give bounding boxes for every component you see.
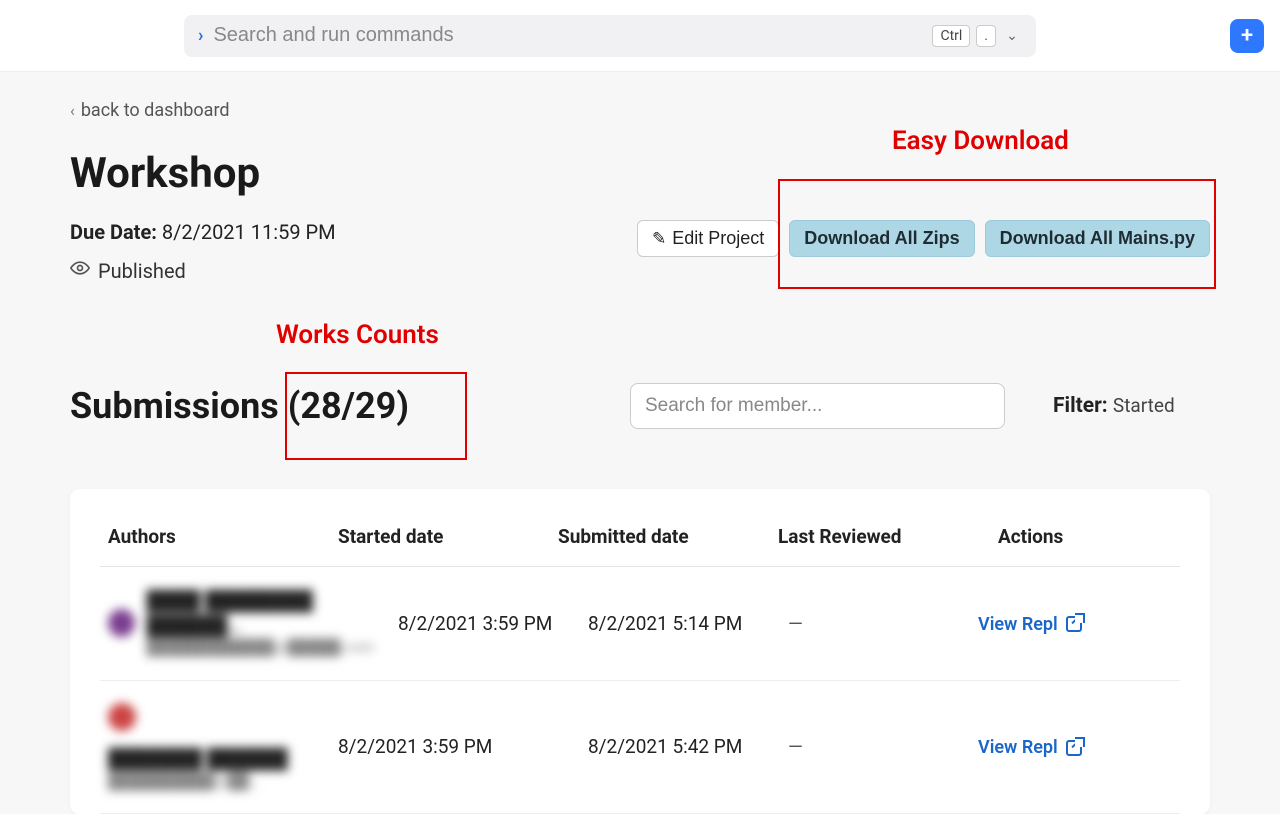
annotation-works-counts: Works Counts <box>276 320 439 350</box>
member-search-input[interactable] <box>630 383 1005 429</box>
submissions-title-text: Submissions <box>70 385 279 427</box>
chevron-left-icon: ‹ <box>70 101 75 120</box>
command-search[interactable]: › Ctrl . ⌄ <box>184 15 1036 57</box>
avatar <box>108 609 135 637</box>
eye-icon <box>70 258 90 283</box>
external-link-icon <box>1066 616 1082 632</box>
filter-label: Filter: <box>1053 394 1108 418</box>
submissions-table: Authors Started date Submitted date Last… <box>70 489 1210 814</box>
reviewed-cell: — <box>788 735 978 758</box>
published-label: Published <box>98 259 186 283</box>
table-row: ████ ████████ ██████… ████████████@█████… <box>100 567 1180 681</box>
author-name-blurred: ████ ████████ ██████… <box>147 589 398 638</box>
submitted-cell: 8/2/2021 5:14 PM <box>588 612 788 635</box>
due-date-value: 8/2/2021 11:59 PM <box>162 220 336 244</box>
col-reviewed: Last Reviewed <box>778 525 998 548</box>
external-link-icon <box>1066 740 1082 756</box>
prompt-caret-icon: › <box>198 27 203 45</box>
due-date-label: Due Date: <box>70 220 157 244</box>
started-cell: 8/2/2021 3:59 PM <box>338 735 588 758</box>
actions-cell: View Repl <box>978 735 1172 758</box>
annotation-box-counts <box>285 372 467 460</box>
view-repl-link[interactable]: View Repl <box>978 614 1082 635</box>
kbd-dot: . <box>976 25 996 47</box>
filter[interactable]: Filter: Started <box>1053 394 1175 418</box>
edit-project-label: Edit Project <box>672 228 764 249</box>
avatar <box>108 703 136 731</box>
new-button[interactable]: + <box>1230 19 1264 53</box>
chevron-down-icon[interactable]: ⌄ <box>1002 28 1022 44</box>
published-status: Published <box>70 258 336 283</box>
col-started: Started date <box>338 525 558 548</box>
kbd-ctrl: Ctrl <box>932 25 970 47</box>
command-search-input[interactable] <box>213 24 922 47</box>
view-repl-label: View Repl <box>978 614 1058 635</box>
col-submitted: Submitted date <box>558 525 778 548</box>
author-name-blurred: ███████ ██████ <box>108 747 288 772</box>
view-repl-link[interactable]: View Repl <box>978 737 1082 758</box>
actions-cell: View Repl <box>978 612 1172 635</box>
author-email-blurred: ██████████@██… <box>108 772 288 792</box>
topbar: › Ctrl . ⌄ + <box>0 0 1280 72</box>
filter-value: Started <box>1113 394 1175 417</box>
back-to-dashboard-link[interactable]: ‹ back to dashboard <box>70 100 1210 121</box>
submissions-header: Submissions (28/29) Filter: Started <box>70 383 1210 429</box>
due-date: Due Date: 8/2/2021 11:59 PM <box>70 220 336 244</box>
pencil-icon: ✎ <box>652 229 666 249</box>
submitted-cell: 8/2/2021 5:42 PM <box>588 735 788 758</box>
reviewed-cell: — <box>788 612 978 635</box>
col-actions: Actions <box>998 525 1172 548</box>
annotation-box-download <box>778 179 1216 289</box>
annotation-easy-download: Easy Download <box>892 126 1069 156</box>
author-email-blurred: ████████████@█████.com <box>147 638 398 658</box>
shortcut-hint: Ctrl . ⌄ <box>932 25 1022 47</box>
author-cell: ███████ ██████ ██████████@██… <box>108 703 338 791</box>
table-row: ███████ ██████ ██████████@██… 8/2/2021 3… <box>100 681 1180 814</box>
table-header: Authors Started date Submitted date Last… <box>100 513 1180 567</box>
back-label: back to dashboard <box>81 100 230 121</box>
started-cell: 8/2/2021 3:59 PM <box>398 612 588 635</box>
plus-icon: + <box>1241 23 1253 48</box>
edit-project-button[interactable]: ✎ Edit Project <box>637 220 779 257</box>
col-authors: Authors <box>108 525 338 548</box>
view-repl-label: View Repl <box>978 737 1058 758</box>
author-cell: ████ ████████ ██████… ████████████@█████… <box>108 589 398 658</box>
